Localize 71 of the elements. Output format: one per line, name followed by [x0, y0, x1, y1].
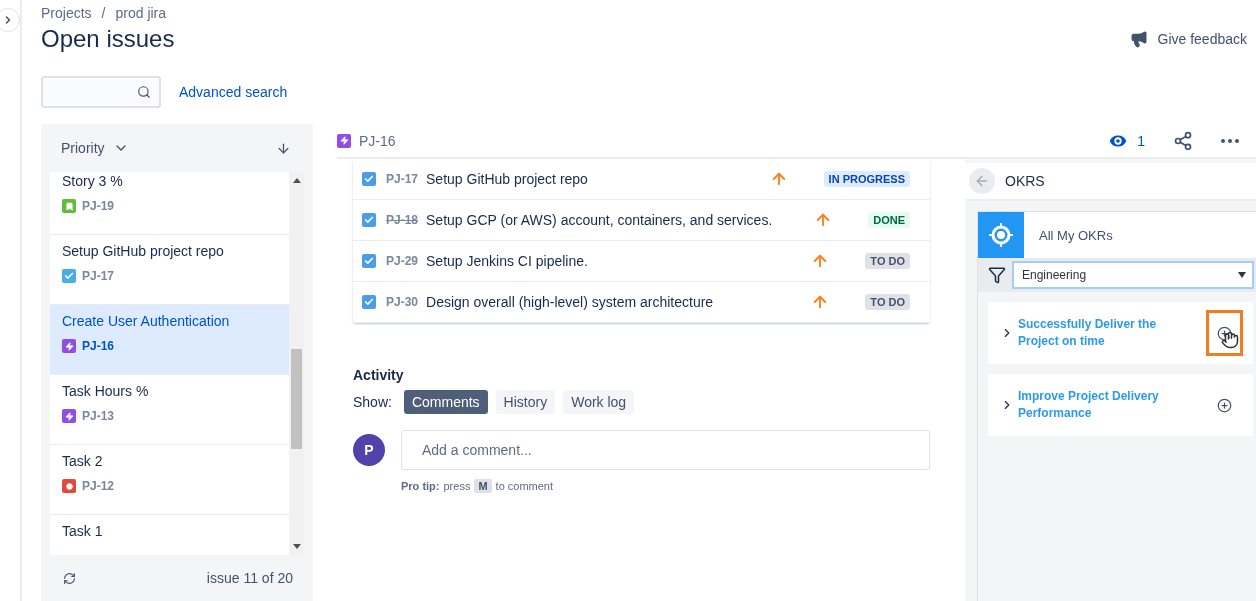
issue-counter: issue 11 of 20 [206, 570, 293, 586]
issue-key: PJ-16 [359, 132, 396, 149]
search-field[interactable] [41, 76, 161, 108]
user-avatar: P [353, 434, 385, 466]
subtask-key[interactable]: PJ-30 [386, 295, 419, 309]
issue-title: Create User Authentication [62, 313, 231, 329]
issue-title: Task Hours % [62, 383, 150, 399]
filter-icon [988, 266, 1006, 284]
issue-key: PJ-19 [82, 199, 115, 213]
team-select[interactable]: Engineering [1012, 261, 1254, 289]
plus-circle-icon [1217, 325, 1232, 341]
activity-tab[interactable]: History [495, 390, 556, 414]
refresh-icon[interactable] [63, 571, 76, 585]
advanced-search-link[interactable]: Advanced search [179, 84, 288, 100]
expand-sidebar-button[interactable] [0, 8, 20, 32]
plus-circle-icon [1217, 397, 1232, 413]
watch-button[interactable]: 1 [1107, 129, 1145, 152]
epic-type-icon [62, 339, 76, 353]
bug-type-icon [62, 479, 76, 493]
issue-key: PJ-17 [82, 269, 115, 283]
issue-title: Task 1 [62, 523, 104, 539]
subtask-checkbox[interactable] [362, 254, 376, 268]
pro-tip: Pro tip: press M to comment [401, 479, 555, 493]
issue-key: PJ-13 [82, 409, 115, 423]
subtask-title[interactable]: Setup Jenkins CI pipeline. [426, 253, 804, 269]
subtask-title[interactable]: Setup GitHub project repo [426, 171, 762, 187]
epic-type-icon [337, 133, 351, 148]
subtask-key[interactable]: PJ-17 [386, 172, 419, 186]
subtask-checkbox[interactable] [362, 213, 376, 227]
breadcrumb-link[interactable]: prod jira [115, 5, 167, 21]
sort-direction-icon[interactable] [276, 140, 291, 156]
subtask-checkbox[interactable] [362, 295, 376, 309]
status-lozenge: TO DO [865, 253, 910, 269]
hand-cursor-icon [1221, 331, 1239, 349]
give-feedback-button[interactable]: Give feedback [1129, 30, 1256, 48]
issue-key: PJ-12 [82, 479, 115, 493]
issue-key: PJ-16 [82, 339, 115, 353]
status-lozenge: IN PROGRESS [823, 171, 910, 187]
share-button[interactable] [1173, 130, 1193, 151]
story-type-icon [62, 199, 76, 213]
page-title: Open issues [41, 25, 175, 53]
scrollbar[interactable] [289, 172, 304, 555]
issue-list-item[interactable]: Create User Authentication PJ-16 [50, 305, 289, 375]
subtask-key[interactable]: PJ-29 [386, 254, 419, 268]
breadcrumb-separator: / [101, 5, 106, 21]
activity-heading: Activity [353, 367, 405, 383]
show-label: Show: [353, 394, 392, 410]
search-icon [137, 85, 151, 99]
breadcrumb-link[interactable]: Projects [41, 5, 92, 21]
issue-title: Story 3 % [62, 173, 124, 189]
epic-type-icon [62, 409, 76, 423]
sort-dropdown[interactable]: Priority [61, 140, 129, 156]
megaphone-icon [1129, 30, 1148, 48]
status-lozenge: TO DO [865, 294, 910, 310]
status-lozenge: DONE [868, 212, 910, 228]
dropdown-caret-icon [1238, 272, 1246, 278]
subtask-key[interactable]: PJ-18 [386, 213, 419, 227]
more-button[interactable] [1221, 138, 1239, 143]
issue-title: Task 2 [62, 453, 104, 469]
activity-tab[interactable]: Comments [403, 390, 488, 414]
subtask-checkbox[interactable] [362, 172, 376, 186]
comment-field[interactable]: Add a comment... [401, 430, 930, 470]
activity-tab[interactable]: Work log [563, 390, 635, 414]
okr-heading: All My OKRs [1039, 227, 1113, 243]
subtask-title[interactable]: Setup GCP (or AWS) account, containers, and services. [426, 212, 807, 228]
issue-title: Setup GitHub project repo [62, 243, 225, 259]
add-button[interactable] [1206, 310, 1243, 356]
okr-panel-title: OKRS [1005, 173, 1045, 189]
more-icon [1221, 138, 1239, 143]
subtask-title[interactable]: Design overall (high-level) system architecture [426, 294, 804, 310]
task-type-icon [62, 269, 76, 283]
